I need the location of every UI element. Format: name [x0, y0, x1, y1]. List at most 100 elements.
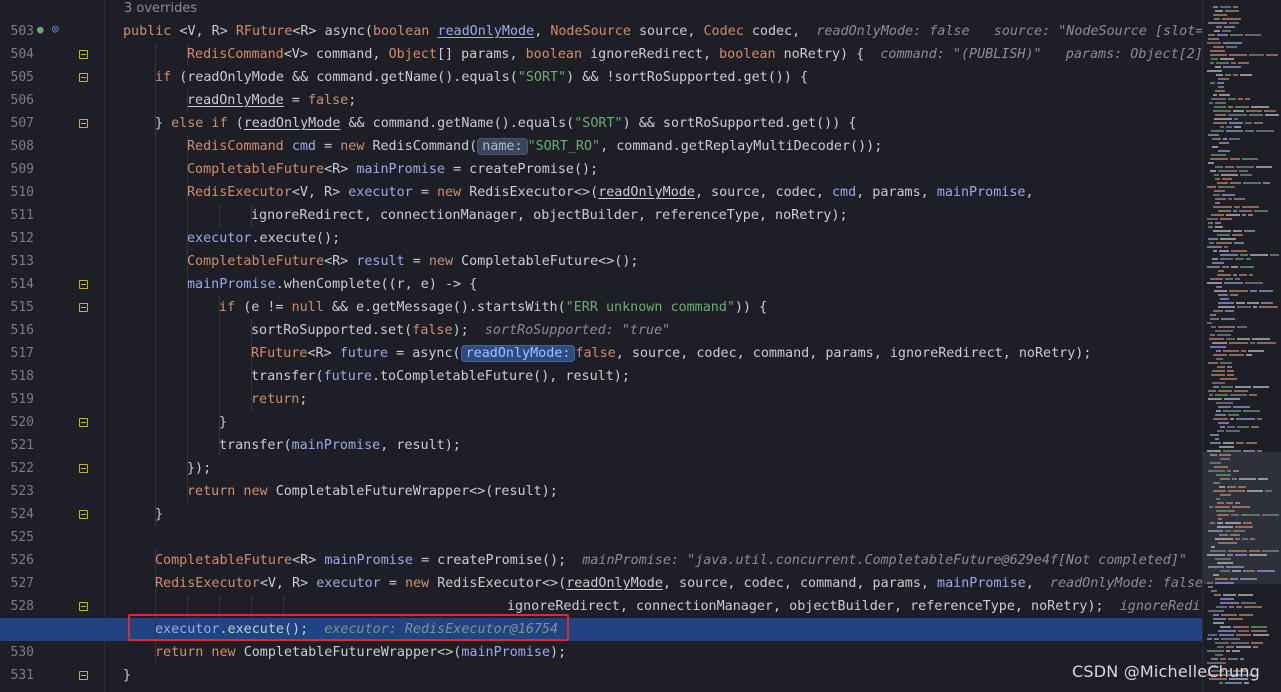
- code-line-522[interactable]: });: [104, 457, 1202, 480]
- fold-marker[interactable]: [79, 464, 88, 473]
- fold-marker[interactable]: [79, 303, 88, 312]
- line-number-504[interactable]: 504: [0, 43, 34, 66]
- line-number-512[interactable]: 512: [0, 227, 34, 250]
- line-number-510[interactable]: 510: [0, 181, 34, 204]
- line-number-526[interactable]: 526: [0, 549, 34, 572]
- line-number-521[interactable]: 521: [0, 434, 34, 457]
- code-line-521[interactable]: transfer(mainPromise, result);: [104, 434, 1202, 457]
- code-token: <V, R>: [259, 576, 317, 591]
- line-number-520[interactable]: 520: [0, 411, 34, 434]
- fold-marker[interactable]: [79, 73, 88, 82]
- line-number-511[interactable]: 511: [0, 204, 34, 227]
- line-number-523[interactable]: 523: [0, 480, 34, 503]
- code-token: =: [283, 93, 308, 108]
- minimap-code-line: [1208, 238, 1218, 240]
- line-number-524[interactable]: 524: [0, 503, 34, 526]
- fold-marker[interactable]: [79, 418, 88, 427]
- minimap-code-line: [1220, 58, 1234, 60]
- code-line-518[interactable]: transfer(future.toCompletableFuture(), r…: [104, 365, 1202, 388]
- line-number-503[interactable]: 503: [0, 20, 34, 43]
- code-line-514[interactable]: mainPromise.whenComplete((r, e) -> {: [104, 273, 1202, 296]
- line-number-509[interactable]: 509: [0, 158, 34, 181]
- minimap-code-line: [1216, 474, 1231, 476]
- minimap-code-line: [1262, 550, 1279, 552]
- line-number-519[interactable]: 519: [0, 388, 34, 411]
- code-token: ,: [534, 24, 551, 39]
- minimap-code-line: [1246, 258, 1251, 260]
- code-line-526[interactable]: CompletableFuture<R> mainPromise = creat…: [104, 549, 1202, 572]
- line-number-507[interactable]: 507: [0, 112, 34, 135]
- code-line-531[interactable]: }: [104, 664, 1202, 687]
- fold-marker[interactable]: [79, 602, 88, 611]
- line-number-514[interactable]: 514: [0, 273, 34, 296]
- code-line-508[interactable]: RedisCommand cmd = new RedisCommand(name…: [104, 135, 1202, 158]
- fold-marker[interactable]: [79, 280, 88, 289]
- code-line-530[interactable]: return new CompletableFutureWrapper<>(ma…: [104, 641, 1202, 664]
- minimap-code-line: [1221, 638, 1240, 640]
- minimap-code-line: [1210, 346, 1226, 348]
- code-token: "SORT_RO": [527, 139, 601, 154]
- minimap-code-line: [1207, 650, 1224, 652]
- watermark: CSDN @MichelleChung: [1072, 662, 1261, 681]
- line-number-522[interactable]: 522: [0, 457, 34, 480]
- minimap-code-line: [1253, 646, 1258, 648]
- indent-guide: [251, 319, 252, 342]
- code-token: executor: [348, 185, 421, 200]
- line-number-516[interactable]: 516: [0, 319, 34, 342]
- fold-marker[interactable]: [79, 671, 88, 680]
- line-number-513[interactable]: 513: [0, 250, 34, 273]
- minimap-code-line: [1215, 10, 1223, 12]
- code-line-519[interactable]: return;: [104, 388, 1202, 411]
- code-line-505[interactable]: if (readOnlyMode && command.getName().eq…: [104, 66, 1202, 89]
- code-token: .toCompletableFuture(), result);: [371, 369, 630, 384]
- code-line-506[interactable]: readOnlyMode = false;: [104, 89, 1202, 112]
- code-line-504[interactable]: RedisCommand<V> command, Object[] params…: [104, 43, 1202, 66]
- code-area[interactable]: 3 overrides public <V, R> RFuture<R> asy…: [104, 0, 1202, 692]
- fold-marker[interactable]: [79, 119, 88, 128]
- debug-watch-icon[interactable]: ◎: [52, 22, 59, 35]
- indent-guide: [219, 204, 220, 227]
- minimap-code-line: [1212, 342, 1227, 344]
- line-number-528[interactable]: 528: [0, 595, 34, 618]
- code-line-510[interactable]: RedisExecutor<V, R> executor = new Redis…: [104, 181, 1202, 204]
- code-line-513[interactable]: CompletableFuture<R> result = new Comple…: [104, 250, 1202, 273]
- line-number-505[interactable]: 505: [0, 66, 34, 89]
- code-line-503[interactable]: public <V, R> RFuture<R> async(boolean r…: [104, 20, 1202, 43]
- line-number-515[interactable]: 515: [0, 296, 34, 319]
- fold-marker[interactable]: [79, 510, 88, 519]
- code-line-523[interactable]: return new CompletableFutureWrapper<>(re…: [104, 480, 1202, 503]
- minimap-code-line: [1229, 122, 1243, 124]
- code-line-516[interactable]: sortRoSupported.set(false); sortRoSuppor…: [104, 319, 1202, 342]
- line-number-506[interactable]: 506: [0, 89, 34, 112]
- minimap-code-line: [1228, 658, 1238, 660]
- fold-marker[interactable]: [79, 50, 88, 59]
- code-line-520[interactable]: }: [104, 411, 1202, 434]
- code-line-517[interactable]: RFuture<R> future = async(readOnlyMode: f…: [104, 342, 1202, 365]
- minimap-code-line: [1220, 258, 1233, 260]
- minimap-code-line: [1208, 566, 1224, 568]
- editor-gutter[interactable]: 503 504 505 506 507 508 509 510 511 512 513 514 515 5…: [0, 0, 105, 692]
- code-line-507[interactable]: } else if (readOnlyMode && command.getNa…: [104, 112, 1202, 135]
- code-line-511[interactable]: ignoreRedirect, connectionManager, objec…: [104, 204, 1202, 227]
- line-number-525[interactable]: 525: [0, 526, 34, 549]
- code-line-509[interactable]: CompletableFuture<R> mainPromise = creat…: [104, 158, 1202, 181]
- minimap-code-line: [1211, 58, 1218, 60]
- code-line-515[interactable]: if (e != null && e.getMessage().startsWi…: [104, 296, 1202, 319]
- line-number-508[interactable]: 508: [0, 135, 34, 158]
- code-line-527[interactable]: RedisExecutor<V, R> executor = new Redis…: [104, 572, 1202, 595]
- line-number-517[interactable]: 517: [0, 342, 34, 365]
- code-line-525[interactable]: [104, 526, 1202, 549]
- indent-guide: [187, 273, 188, 296]
- minimap-code-line: [1214, 18, 1220, 20]
- minimap-code-line: [1232, 478, 1237, 480]
- minimap[interactable]: [1202, 0, 1281, 692]
- override-icon[interactable]: ●: [37, 23, 44, 36]
- line-number-527[interactable]: 527: [0, 572, 34, 595]
- code-line-524[interactable]: }: [104, 503, 1202, 526]
- overrides-hint[interactable]: 3 overrides: [124, 0, 197, 20]
- line-number-531[interactable]: 531: [0, 664, 34, 687]
- code-editor[interactable]: 503 504 505 506 507 508 509 510 511 512 513 514 515 5…: [0, 0, 1281, 692]
- line-number-518[interactable]: 518: [0, 365, 34, 388]
- code-line-512[interactable]: executor.execute();: [104, 227, 1202, 250]
- line-number-530[interactable]: 530: [0, 641, 34, 664]
